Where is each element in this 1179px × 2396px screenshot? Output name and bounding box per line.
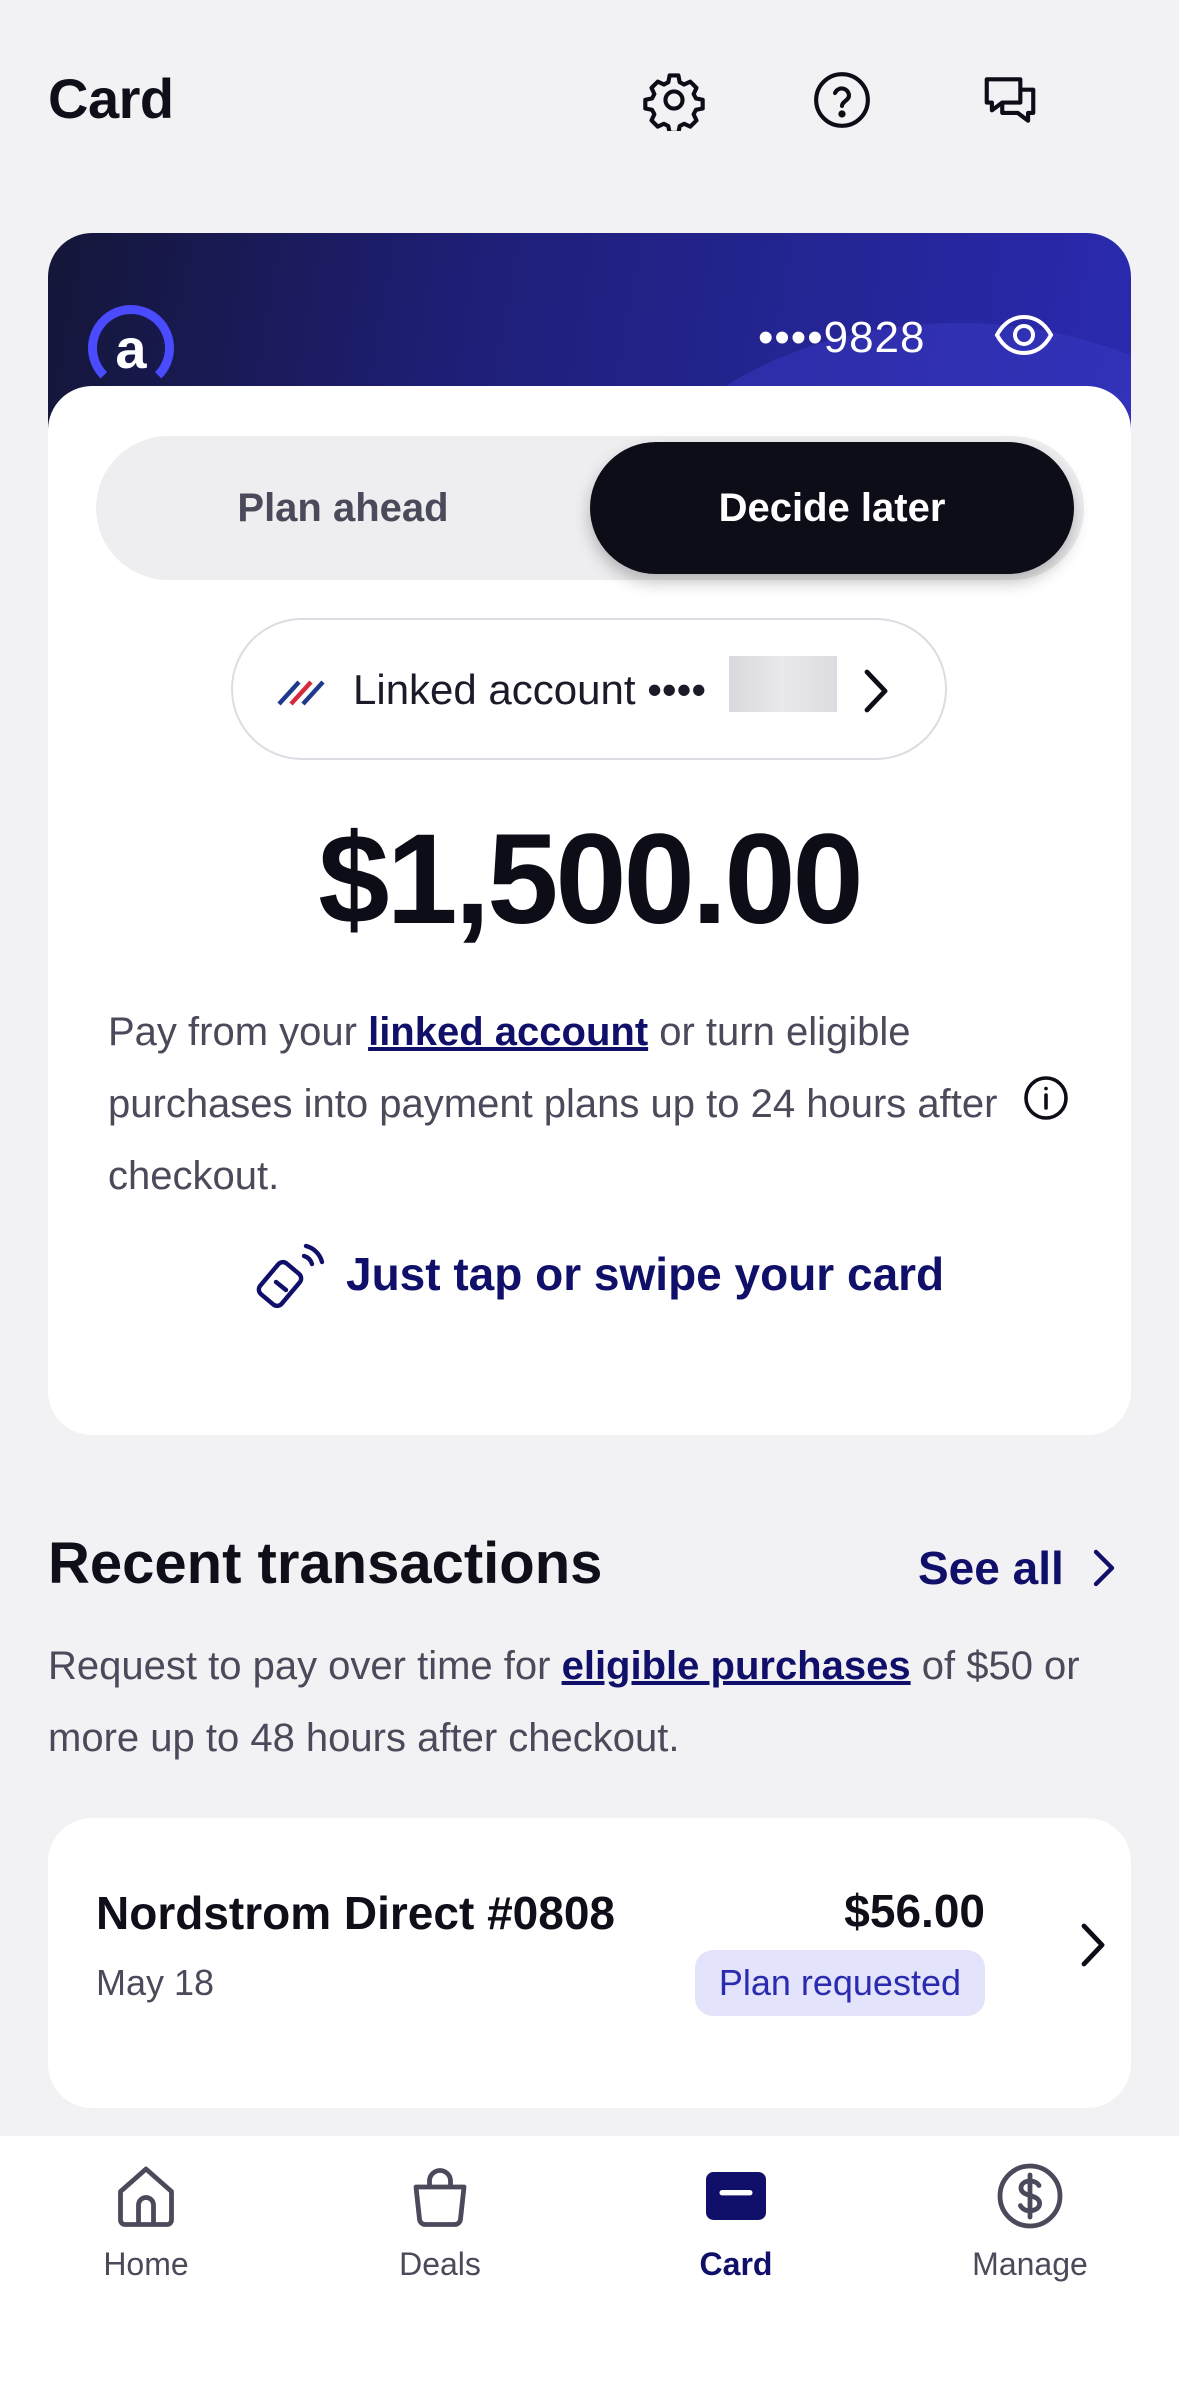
available-amount: $1,500.00 [318, 808, 863, 951]
home-icon [118, 2166, 174, 2227]
card-description: Pay from your linked account or turn eli… [108, 996, 1008, 1212]
see-all-button[interactable]: See all [918, 1538, 1118, 1598]
chevron-right-icon [1093, 1549, 1114, 1587]
chevron-right-icon [1081, 1923, 1105, 1967]
chat-icon[interactable] [978, 68, 1042, 132]
info-icon[interactable] [1022, 1074, 1070, 1122]
nav-home[interactable]: Home [46, 2160, 246, 2310]
transactions-description: Request to pay over time for eligible pu… [48, 1630, 1138, 1774]
bank-logo-icon [277, 680, 325, 706]
nav-manage[interactable]: Manage [930, 2160, 1130, 2310]
card-widget: a ••••9828 Plan ahead Decide later Linke… [48, 233, 1131, 1435]
status-badge: Plan requested [694, 1950, 985, 2016]
tap-to-pay-row: Just tap or swipe your card [256, 1234, 944, 1314]
chevron-right-icon [864, 669, 888, 713]
linked-account-label: Linked account •••• [353, 666, 707, 713]
eye-icon[interactable] [994, 313, 1054, 357]
nav-card[interactable]: Card [636, 2160, 836, 2310]
transaction-merchant: Nordstrom Direct #0808 [96, 1887, 615, 1939]
nav-card-label: Card [699, 2246, 773, 2282]
linked-account-link[interactable]: linked account [368, 1010, 648, 1054]
transaction-date: May 18 [96, 1962, 215, 2003]
card-panel: Plan ahead Decide later Linked account •… [48, 386, 1131, 1435]
linked-account-button[interactable]: Linked account •••• [231, 618, 947, 760]
dollar-icon [997, 2163, 1063, 2229]
logo-letter: a [115, 316, 147, 380]
gear-icon[interactable] [642, 68, 706, 132]
tap-text: Just tap or swipe your card [346, 1248, 945, 1300]
bottom-nav: Home Deals Card Manage [0, 2136, 1179, 2396]
transactions-title: Recent transactions [48, 1531, 603, 1596]
redacted-account [729, 656, 837, 712]
transaction-row[interactable]: Nordstrom Direct #0808 May 18 $56.00 Pla… [48, 1818, 1131, 2108]
nav-deals-label: Deals [399, 2246, 481, 2282]
tx-desc-prefix: Request to pay over time for [48, 1644, 562, 1688]
decide-later-option[interactable]: Decide later [590, 442, 1074, 574]
nav-home-label: Home [103, 2246, 189, 2282]
mode-toggle: Plan ahead Decide later [96, 436, 1084, 580]
bag-icon [413, 2168, 467, 2227]
desc-prefix: Pay from your [108, 1010, 369, 1054]
card-number: ••••9828 [758, 313, 926, 362]
contactless-card-icon [256, 1243, 325, 1309]
nav-deals[interactable]: Deals [340, 2160, 540, 2310]
help-icon[interactable] [810, 68, 874, 132]
page-title: Card [48, 67, 174, 130]
plan-ahead-option[interactable]: Plan ahead [96, 436, 590, 580]
affirm-logo: a [88, 305, 174, 391]
nav-manage-label: Manage [972, 2246, 1088, 2282]
card-icon [706, 2172, 766, 2220]
see-all-label: See all [918, 1542, 1064, 1594]
header: Card [0, 0, 1179, 200]
transaction-amount: $56.00 [844, 1885, 985, 1937]
eligible-purchases-link[interactable]: eligible purchases [562, 1644, 911, 1688]
